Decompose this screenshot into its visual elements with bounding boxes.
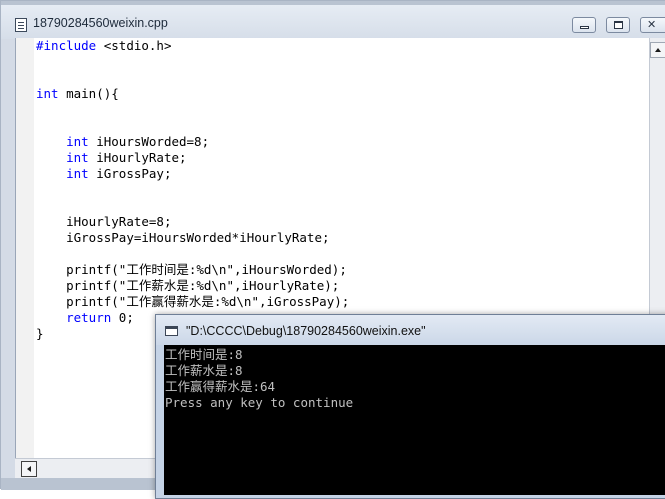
code-text: iGrossPay=iHoursWorded*iHourlyRate;	[66, 230, 330, 245]
close-button[interactable]	[640, 17, 665, 33]
minimize-button[interactable]	[572, 17, 596, 33]
console-app-icon	[165, 326, 178, 336]
code-text: <stdio.h>	[96, 38, 172, 53]
console-line: 工作赢得薪水是:64	[165, 379, 276, 394]
code-text: printf("工作薪水是:%d\n",iHourlyRate);	[66, 278, 340, 293]
scroll-left-arrow-icon[interactable]	[21, 461, 37, 477]
code-keyword: return	[66, 310, 112, 325]
scroll-up-arrow-icon[interactable]	[650, 42, 665, 58]
code-text: printf("工作时间是:%d\n",iHoursWorded);	[66, 262, 347, 277]
code-keyword: int	[66, 166, 89, 181]
code-gutter	[16, 38, 34, 458]
code-text: printf("工作赢得薪水是:%d\n",iGrossPay);	[66, 294, 350, 309]
code-text: main(){	[58, 86, 119, 101]
console-line: 工作时间是:8	[165, 347, 243, 362]
document-icon	[15, 18, 27, 32]
code-text: 0;	[111, 310, 134, 325]
editor-title: 18790284560weixin.cpp	[33, 16, 168, 30]
editor-titlebar[interactable]: 18790284560weixin.cpp	[1, 5, 665, 39]
code-line: int iHourlyRate;	[36, 150, 349, 166]
console-lines: 工作时间是:8 工作薪水是:8 工作赢得薪水是:64 Press any key to…	[165, 347, 353, 411]
console-line: Press any key to continue	[165, 395, 354, 410]
code-keyword: int	[36, 86, 59, 101]
console-output[interactable]: 工作时间是:8 工作薪水是:8 工作赢得薪水是:64 Press any key to…	[164, 345, 665, 495]
code-text: iHourlyRate;	[88, 150, 187, 165]
code-line: printf("工作赢得薪水是:%d\n",iGrossPay);	[36, 294, 349, 310]
code-line: printf("工作时间是:%d\n",iHoursWorded);	[36, 262, 349, 278]
code-line: int iGrossPay;	[36, 166, 349, 182]
code-line: iGrossPay=iHoursWorded*iHourlyRate;	[36, 230, 349, 246]
code-line: int iHoursWorded=8;	[36, 134, 349, 150]
code-text: iHourlyRate=8;	[66, 214, 172, 229]
console-titlebar[interactable]: "D:\CCCC\Debug\18790284560weixin.exe"	[156, 315, 665, 345]
console-line: 工作薪水是:8	[165, 363, 243, 378]
code-lines: #include <stdio.h> int main(){ int iHours…	[36, 38, 349, 342]
code-line: printf("工作薪水是:%d\n",iHourlyRate);	[36, 278, 349, 294]
code-text: iGrossPay;	[88, 166, 172, 181]
code-keyword: int	[66, 134, 89, 149]
code-line: int main(){	[36, 86, 349, 102]
maximize-button[interactable]	[606, 17, 630, 33]
console-window[interactable]: "D:\CCCC\Debug\18790284560weixin.exe" 工作…	[155, 314, 665, 499]
code-keyword: int	[66, 150, 89, 165]
code-line: #include <stdio.h>	[36, 38, 349, 54]
code-text: iHoursWorded=8;	[88, 134, 210, 149]
code-text: }	[36, 326, 44, 341]
code-keyword: #include	[36, 38, 97, 53]
console-title: "D:\CCCC\Debug\18790284560weixin.exe"	[186, 324, 426, 338]
code-line: iHourlyRate=8;	[36, 214, 349, 230]
